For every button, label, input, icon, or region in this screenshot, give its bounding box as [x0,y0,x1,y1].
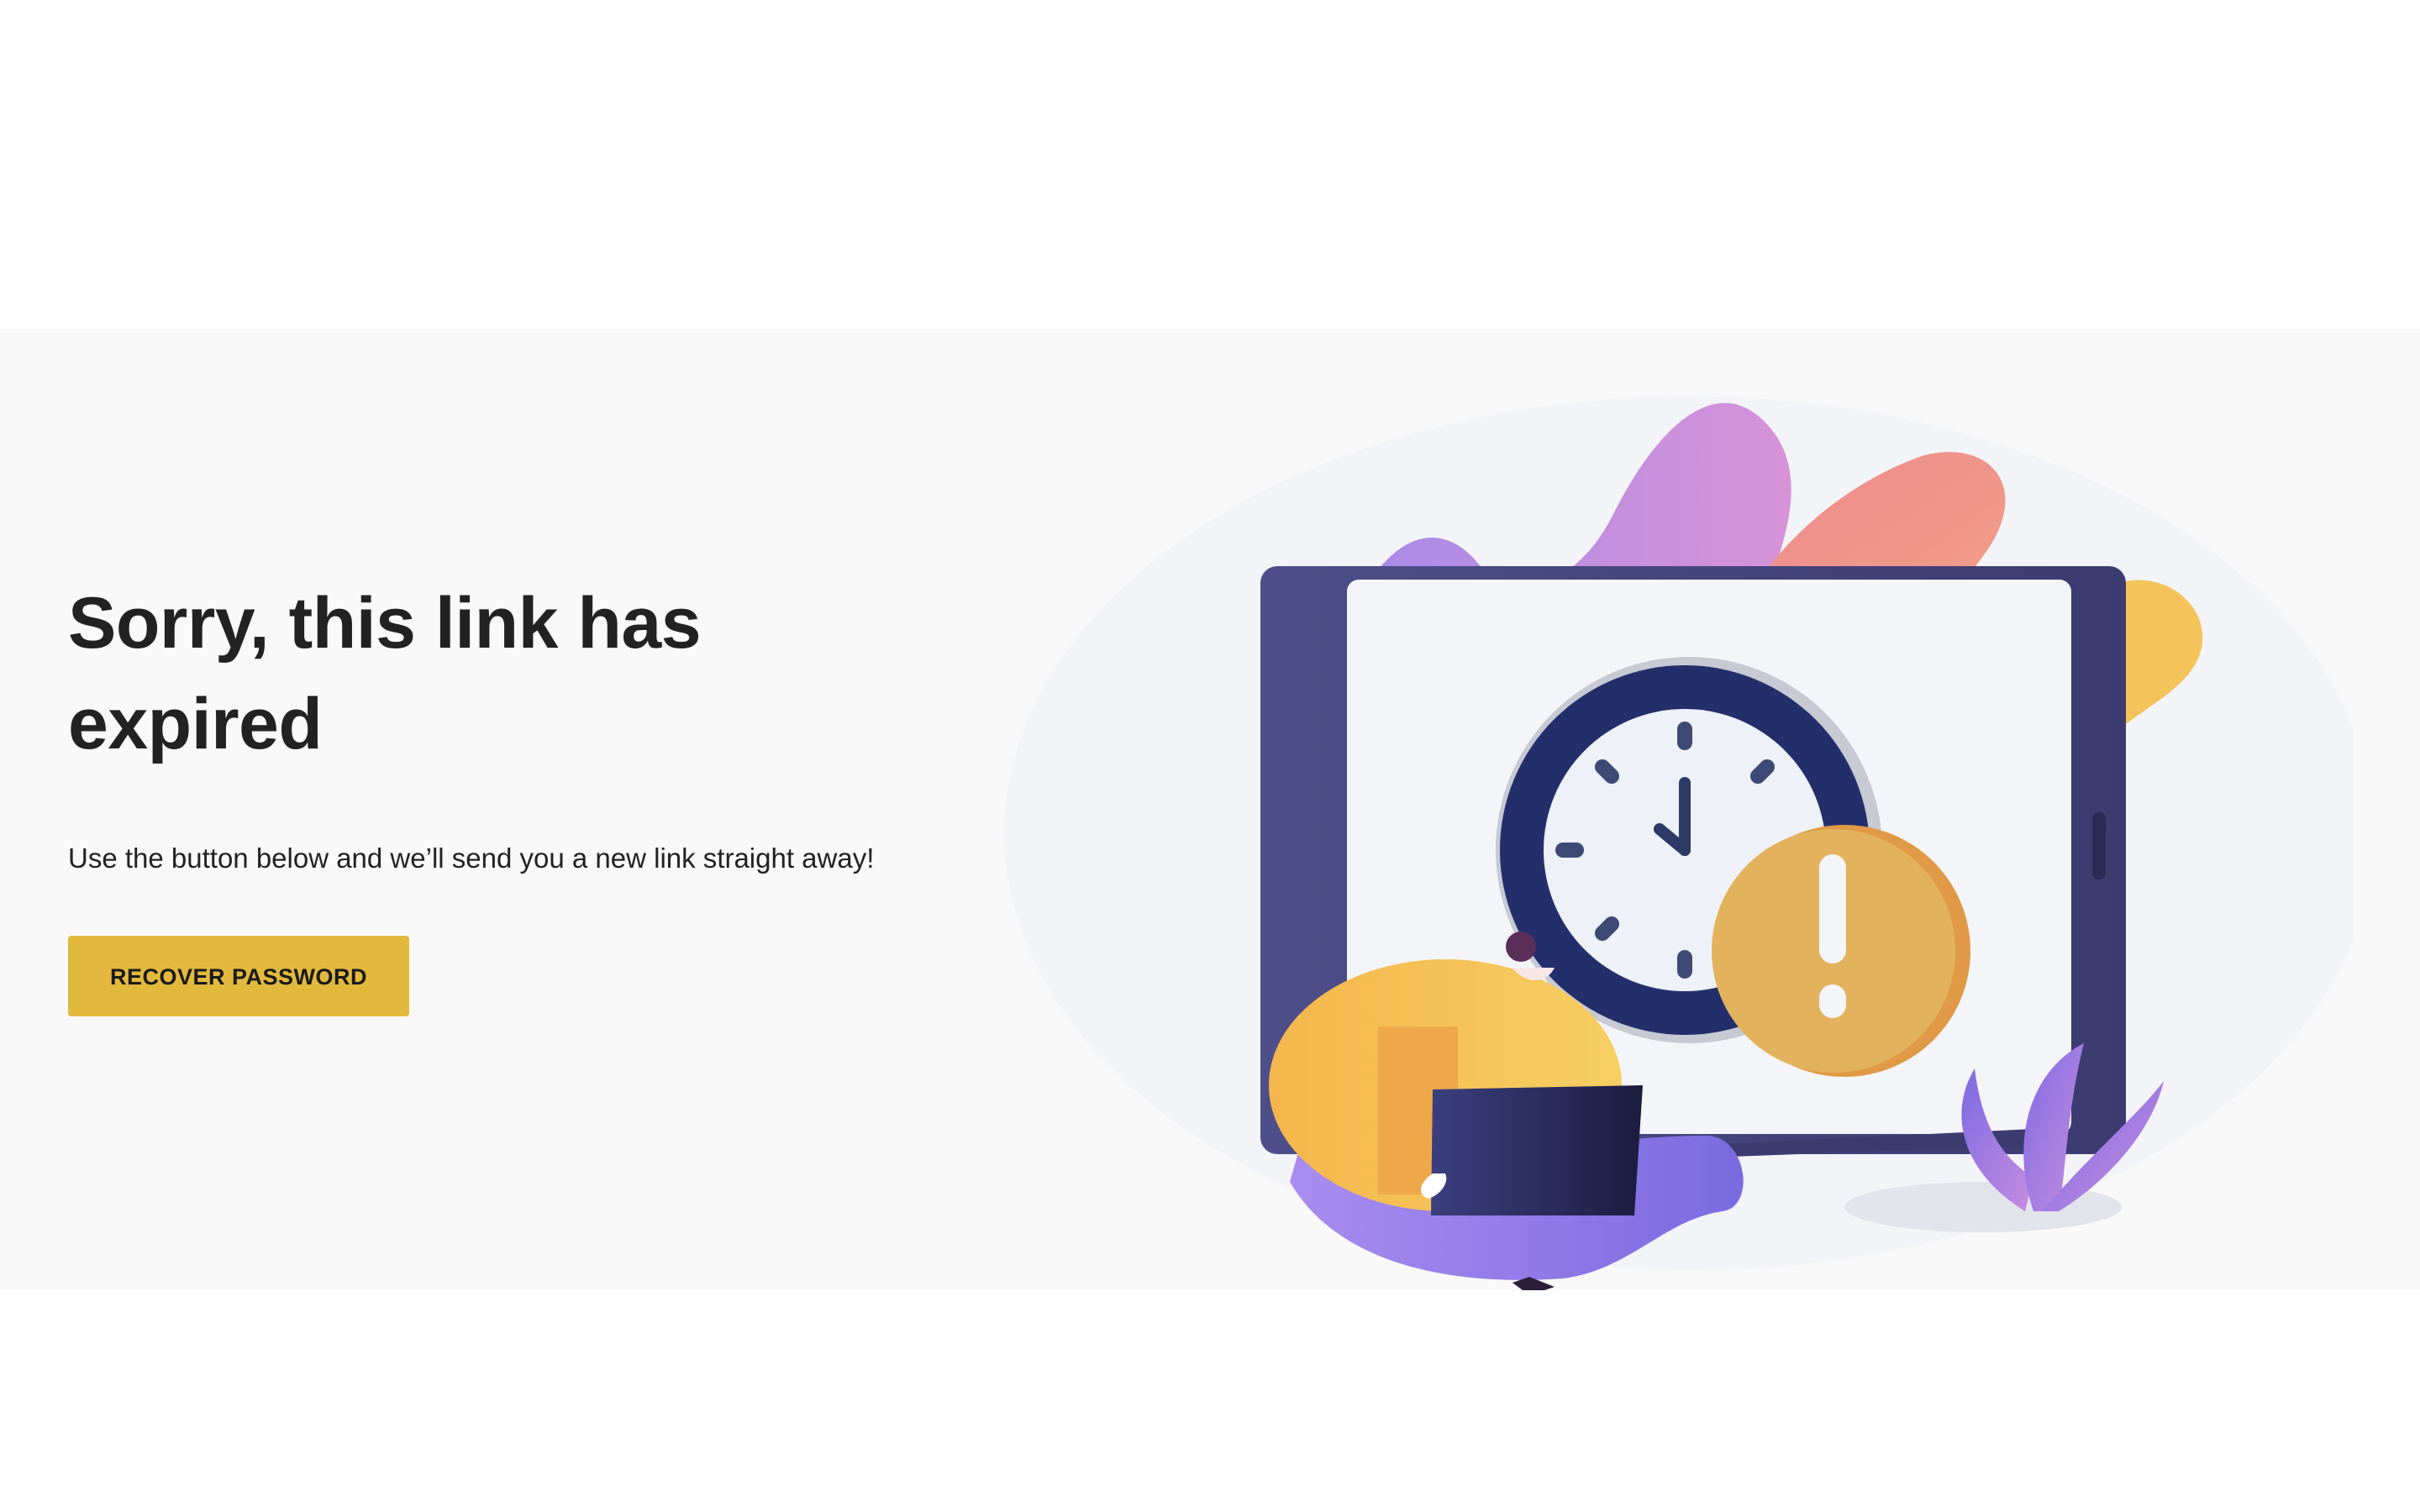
page-title: Sorry, this link has expired [68,583,702,764]
expired-content: Sorry, this link has expired Use the but… [68,573,908,1016]
exclamation-icon [1712,825,1970,1077]
page: Sorry, this link has expired Use the but… [0,0,2420,1512]
recover-password-button[interactable]: RECOVER PASSWORD [68,936,409,1016]
expired-section: Sorry, this link has expired Use the but… [0,329,2420,1290]
expired-illustration [1004,396,2353,1290]
expired-message: Use the button below and we’ll send you … [68,843,875,874]
laptop-icon [1420,1085,1643,1215]
